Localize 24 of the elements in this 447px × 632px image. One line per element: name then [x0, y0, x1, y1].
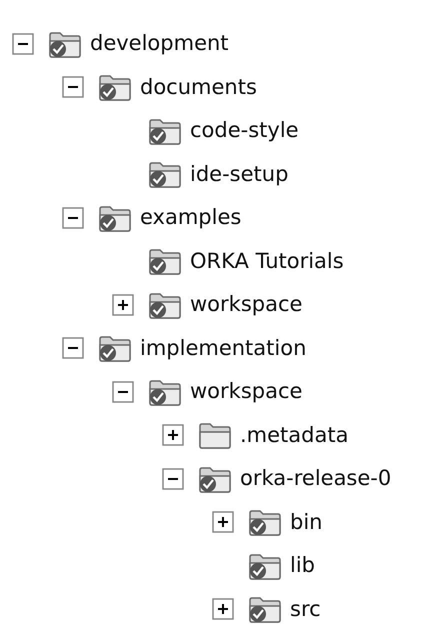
collapse-toggle-icon[interactable] — [62, 76, 84, 98]
folder-name[interactable]: src — [290, 596, 321, 622]
expand-toggle-icon[interactable] — [162, 424, 184, 446]
expand-toggle-icon[interactable] — [212, 511, 234, 534]
folder-name[interactable]: workspace — [190, 379, 302, 404]
collapse-toggle-icon[interactable] — [62, 337, 84, 360]
folder-name[interactable]: workspace — [190, 292, 302, 318]
folder-name[interactable]: implementation — [140, 336, 306, 361]
folder-name[interactable]: bin — [290, 510, 322, 535]
collapse-toggle-icon[interactable] — [62, 206, 84, 229]
folder-name[interactable]: ORKA Tutorials — [190, 248, 344, 274]
collapse-toggle-icon[interactable] — [112, 380, 134, 403]
folder-name[interactable]: documents — [140, 74, 257, 100]
folder-name[interactable]: .metadata — [240, 422, 348, 448]
expand-toggle-icon[interactable] — [112, 294, 134, 316]
folder-name[interactable]: examples — [140, 205, 242, 230]
folder-name[interactable]: orka-release-0 — [240, 466, 392, 492]
expand-toggle-icon[interactable] — [212, 598, 234, 620]
folder-name[interactable]: ide-setup — [190, 162, 288, 187]
folder-name[interactable]: development — [90, 31, 229, 56]
folder-name[interactable]: code-style — [190, 118, 299, 144]
collapse-toggle-icon[interactable] — [162, 468, 184, 490]
folder-name[interactable]: lib — [290, 553, 315, 578]
collapse-toggle-icon[interactable] — [12, 32, 34, 55]
